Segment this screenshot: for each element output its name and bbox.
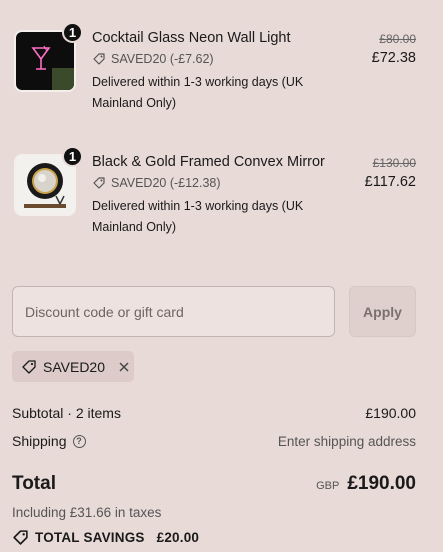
taxes-note: Including £31.66 in taxes: [12, 505, 162, 520]
subtotal-row: Subtotal · 2 items £190.00: [12, 405, 416, 421]
applied-code-label: SAVED20: [43, 358, 105, 375]
delivery-note: Delivered within 1-3 working days (UK Ma…: [92, 199, 304, 234]
cart-item: 1 Cocktail Glass Neon Wall Light SAVED20…: [12, 22, 416, 130]
shipping-value: Enter shipping address: [277, 433, 416, 449]
discount-line: SAVED20 (-£12.38): [92, 176, 221, 190]
tag-icon: [13, 530, 28, 545]
shipping-label-group: Shipping ?: [12, 433, 86, 449]
discount-code-input[interactable]: Discount code or gift card: [12, 286, 335, 337]
original-price: £80.00: [379, 32, 416, 46]
discounted-price: £117.62: [364, 174, 416, 190]
remove-code-icon[interactable]: [117, 360, 131, 374]
product-name: Cocktail Glass Neon Wall Light: [92, 30, 291, 46]
tag-icon: [93, 53, 105, 65]
savings-value: £20.00: [156, 530, 200, 545]
total-amount-group: GBP £190.00: [316, 473, 416, 495]
tag-icon: [22, 359, 36, 374]
original-price: £130.00: [372, 156, 416, 170]
discount-text: SAVED20 (-£12.38): [111, 176, 221, 190]
total-amount: £190.00: [347, 473, 416, 494]
quantity-badge: 1: [62, 146, 83, 167]
discount-text: SAVED20 (-£7.62): [111, 52, 214, 66]
help-icon[interactable]: ?: [72, 434, 86, 448]
subtotal-label: Subtotal · 2 items: [12, 405, 121, 421]
shipping-row: Shipping ? Enter shipping address: [12, 433, 416, 449]
total-label: Total: [12, 473, 56, 494]
apply-button[interactable]: Apply: [349, 286, 416, 337]
total-savings: TOTAL SAVINGS £20.00: [12, 529, 199, 546]
total-row: Total GBP £190.00: [12, 473, 416, 495]
delivery-note: Delivered within 1-3 working days (UK Ma…: [92, 75, 304, 110]
savings-label: TOTAL SAVINGS: [35, 530, 145, 545]
applied-discount-chip: SAVED20: [12, 351, 134, 382]
discount-line: SAVED20 (-£7.62): [92, 52, 214, 66]
cart-item: 1 Black & Gold Framed Convex Mirror SAVE…: [12, 146, 416, 254]
shipping-label: Shipping: [12, 433, 67, 449]
subtotal-value: £190.00: [365, 405, 416, 421]
quantity-badge: 1: [62, 22, 83, 43]
discounted-price: £72.38: [371, 50, 416, 66]
currency-code: GBP: [316, 480, 340, 492]
tag-icon: [93, 177, 105, 189]
product-name: Black & Gold Framed Convex Mirror: [92, 154, 325, 170]
